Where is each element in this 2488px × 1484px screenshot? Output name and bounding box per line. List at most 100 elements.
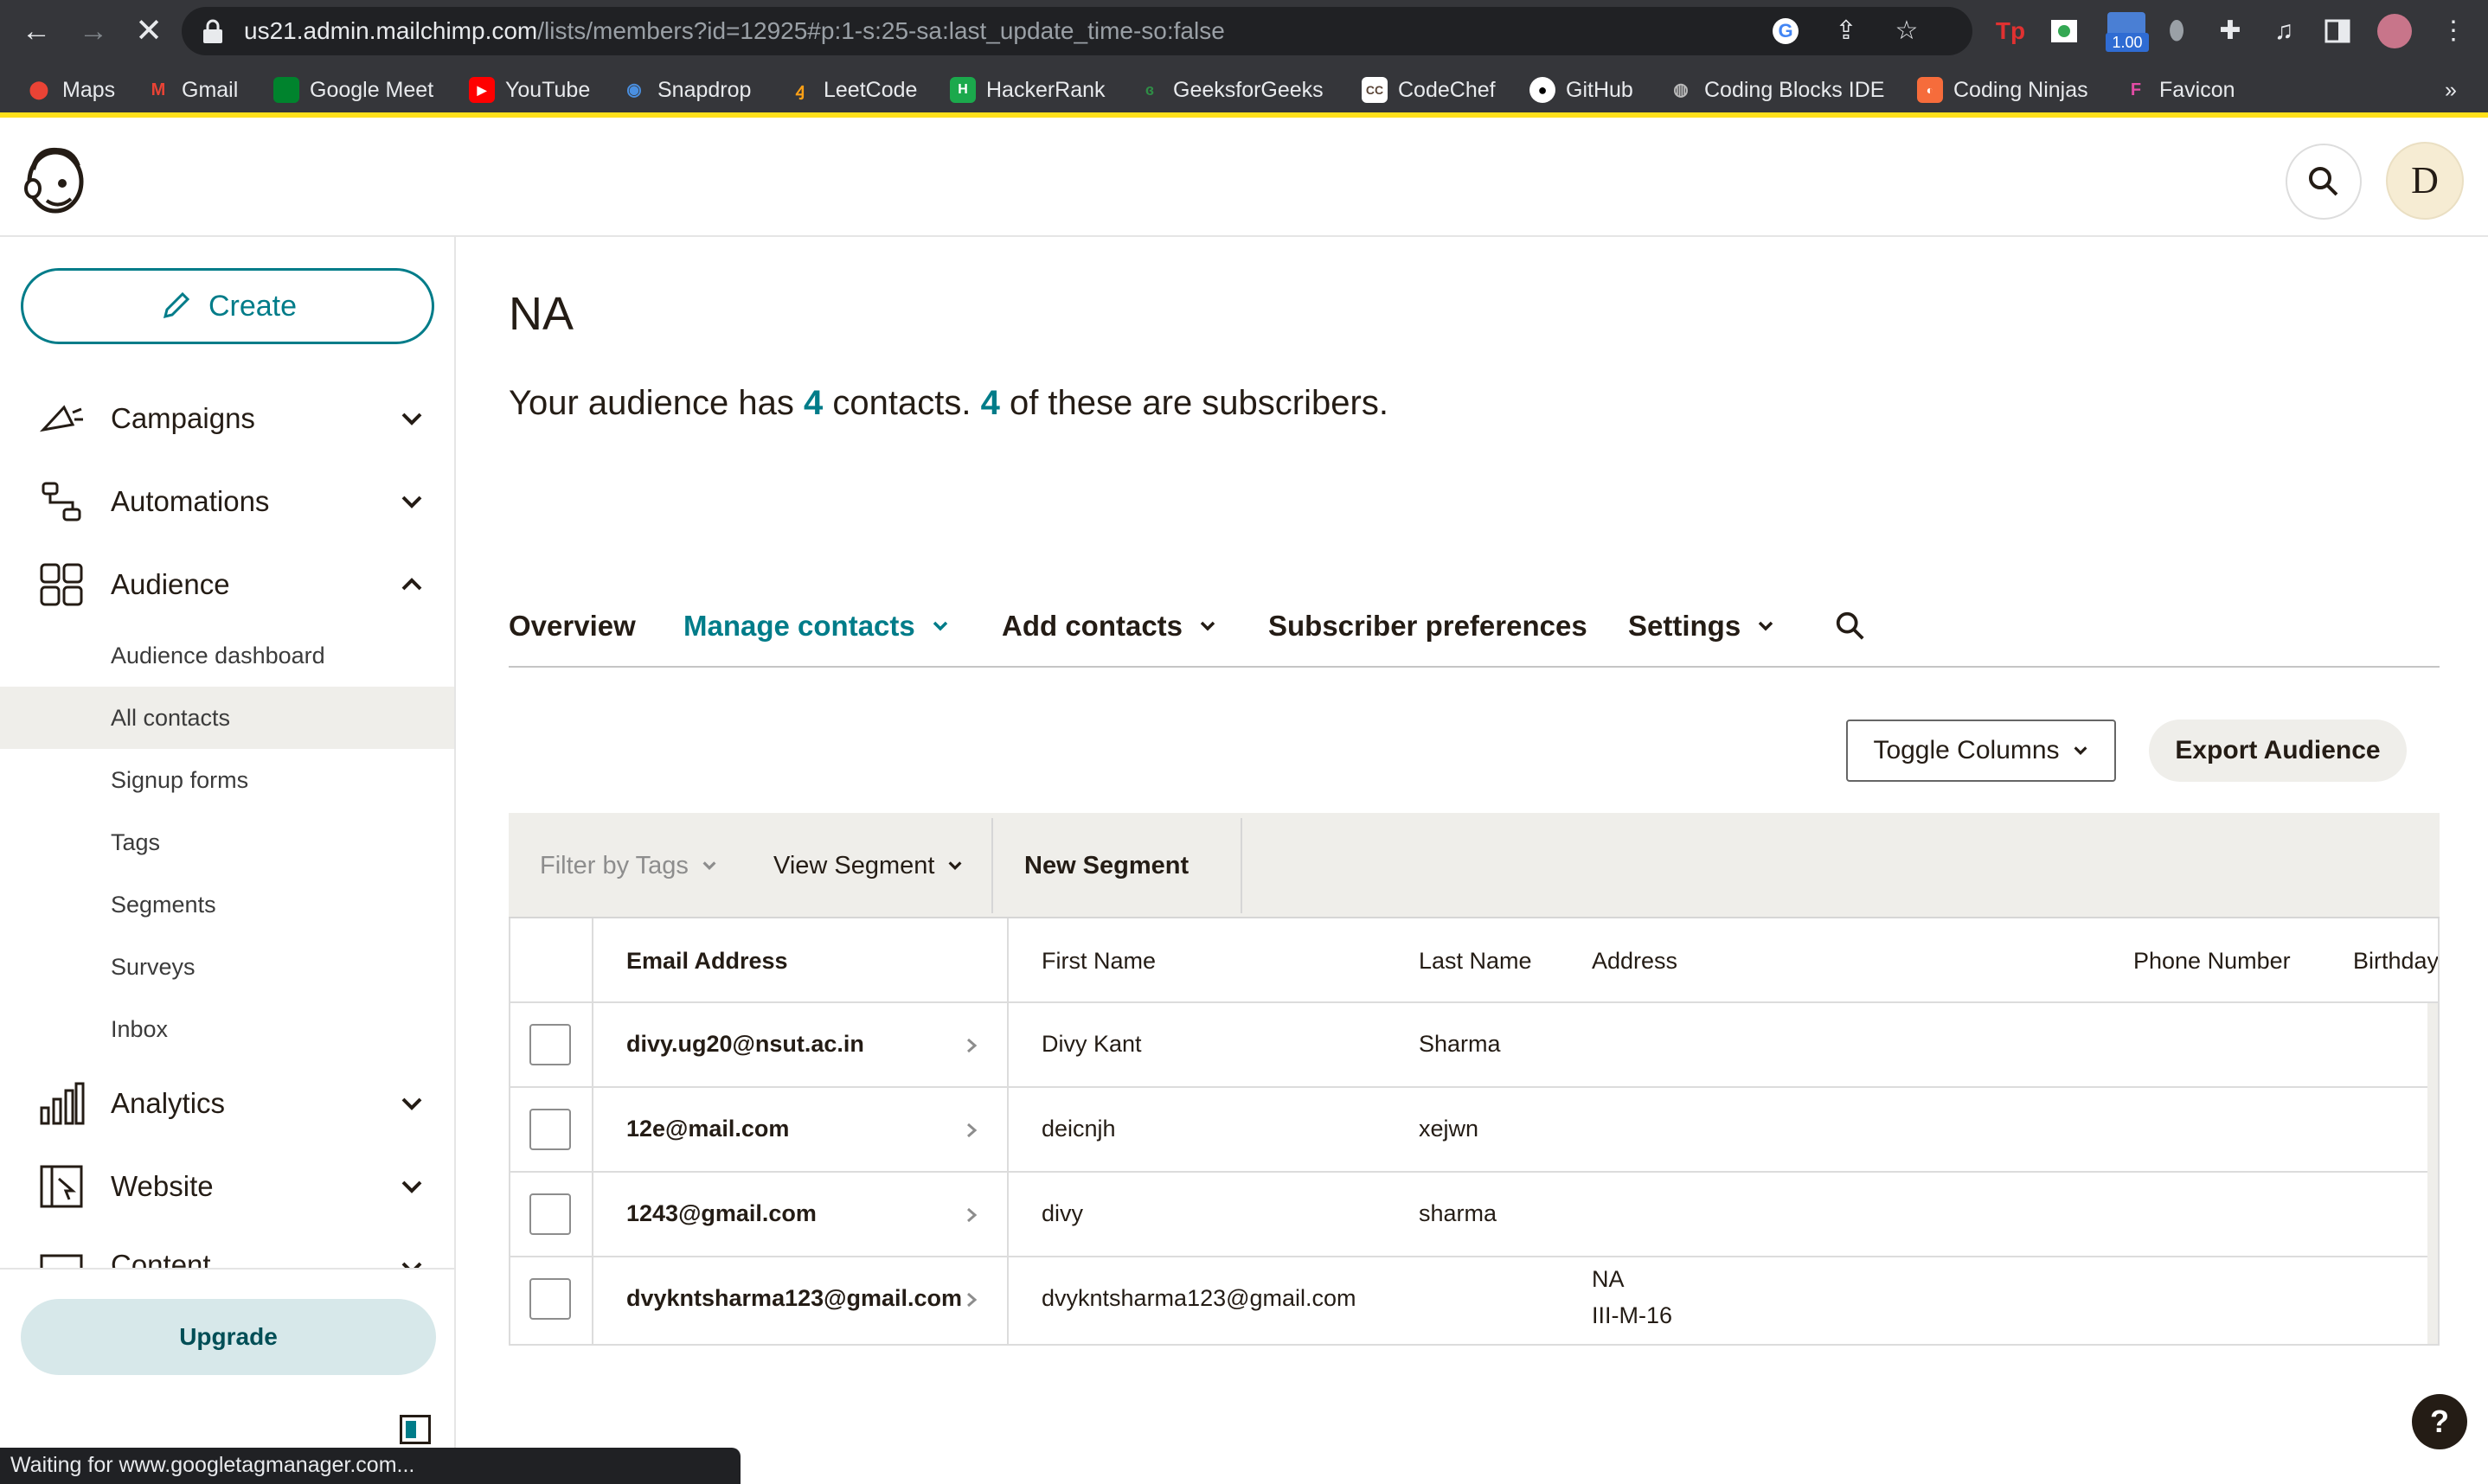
- sidebar-sub-inbox[interactable]: Inbox: [0, 998, 454, 1060]
- sidebar-item-website[interactable]: Website: [0, 1152, 454, 1221]
- upgrade-button[interactable]: Upgrade: [21, 1299, 436, 1375]
- sidebar-sub-surveys[interactable]: Surveys: [0, 936, 454, 998]
- create-button[interactable]: Create: [21, 268, 434, 344]
- bookmark-label: Gmail: [182, 77, 239, 102]
- search-button[interactable]: [2286, 144, 2362, 220]
- side-panel-icon[interactable]: [2318, 12, 2357, 50]
- contact-email[interactable]: dvykntsharma123@gmail.com: [626, 1285, 962, 1312]
- bookmark-snapdrop[interactable]: ◉ Snapdrop: [621, 74, 751, 106]
- chevron-right-icon[interactable]: [962, 1206, 981, 1225]
- bookmark-github[interactable]: ● GitHub: [1529, 74, 1633, 106]
- sidebar-sub-tags[interactable]: Tags: [0, 811, 454, 873]
- sidebar-item-campaigns[interactable]: Campaigns: [0, 384, 454, 453]
- bookmark-youtube[interactable]: ▶ YouTube: [469, 74, 590, 106]
- sidebar-sub-all-contacts[interactable]: All contacts: [0, 687, 454, 749]
- row-checkbox[interactable]: [529, 1193, 571, 1235]
- puzzle-extensions-icon[interactable]: ✚: [2211, 12, 2249, 50]
- forward-icon[interactable]: →: [74, 12, 112, 50]
- create-label: Create: [208, 289, 298, 323]
- sidebar-item-audience[interactable]: Audience: [0, 550, 454, 619]
- sidebar-sub-signup-forms[interactable]: Signup forms: [0, 749, 454, 811]
- chevron-right-icon[interactable]: [962, 1121, 981, 1140]
- view-segment-dropdown[interactable]: View Segment: [773, 813, 964, 918]
- bottle-extension-icon[interactable]: ⬮: [2158, 12, 2196, 50]
- contact-address-line1: NA: [1592, 1266, 1625, 1292]
- media-control-icon[interactable]: ♫: [2265, 12, 2303, 50]
- collapse-sidebar-icon[interactable]: [400, 1415, 431, 1444]
- toggle-columns-label: Toggle Columns: [1873, 736, 2060, 764]
- bookmark-gmail[interactable]: M Gmail: [145, 74, 239, 106]
- column-header-birthday[interactable]: Birthday: [2353, 948, 2438, 975]
- mailchimp-logo-icon[interactable]: [21, 144, 90, 216]
- chevron-down-icon: [948, 861, 962, 870]
- tp-extension-icon[interactable]: Tp: [1991, 12, 2030, 50]
- row-checkbox[interactable]: [529, 1109, 571, 1150]
- chevron-right-icon[interactable]: [962, 1036, 981, 1055]
- svg-text:G: G: [1778, 20, 1792, 42]
- bookmark-coding-blocks[interactable]: ◍ Coding Blocks IDE: [1668, 74, 1884, 106]
- toggle-columns-button[interactable]: Toggle Columns: [1846, 720, 2116, 782]
- bookmark-leetcode[interactable]: ꜭ LeetCode: [787, 74, 918, 106]
- sidebar-item-content[interactable]: Content: [0, 1235, 454, 1268]
- bookmark-geeksforgeeks[interactable]: ɞ GeeksforGeeks: [1137, 74, 1324, 106]
- extension-badge: 1.00: [2106, 33, 2149, 52]
- chevron-right-icon[interactable]: [962, 1290, 981, 1309]
- bookmark-favicon[interactable]: F Favicon: [2123, 74, 2235, 106]
- help-button[interactable]: ?: [2412, 1394, 2467, 1449]
- contact-email[interactable]: 1243@gmail.com: [626, 1200, 817, 1227]
- bookmark-codechef[interactable]: CC CodeChef: [1362, 74, 1496, 106]
- bookmark-google-meet[interactable]: Google Meet: [273, 74, 433, 106]
- leetcode-icon: ꜭ: [795, 80, 805, 99]
- contacts-count[interactable]: 4: [804, 384, 823, 422]
- column-header-address[interactable]: Address: [1592, 948, 1677, 975]
- share-icon[interactable]: ⇪: [1831, 16, 1862, 47]
- bookmark-star-icon[interactable]: ☆: [1891, 16, 1922, 47]
- tab-search[interactable]: [1834, 600, 1867, 652]
- tab-settings[interactable]: Settings: [1628, 600, 1775, 652]
- bookmark-coding-ninjas[interactable]: ◐ Coding Ninjas: [1917, 74, 2088, 106]
- sidebar-item-analytics[interactable]: Analytics: [0, 1069, 454, 1138]
- new-segment-button[interactable]: New Segment: [1024, 813, 1189, 918]
- speed-extension-icon[interactable]: 1.00: [2102, 12, 2152, 52]
- tab-label: Manage contacts: [683, 610, 915, 642]
- tab-manage-contacts[interactable]: Manage contacts: [683, 600, 950, 652]
- website-icon: [40, 1165, 83, 1208]
- stop-loading-icon[interactable]: ✕: [130, 12, 168, 50]
- export-audience-button[interactable]: Export Audience: [2149, 720, 2407, 782]
- contact-email[interactable]: 12e@mail.com: [626, 1116, 789, 1142]
- account-avatar[interactable]: D: [2386, 142, 2464, 220]
- tab-add-contacts[interactable]: Add contacts: [1002, 600, 1217, 652]
- bookmark-maps[interactable]: ⬤ Maps: [26, 74, 115, 106]
- summary-text: contacts.: [823, 384, 981, 422]
- menu-kebab-icon[interactable]: ⋮: [2434, 12, 2472, 50]
- column-header-last-name[interactable]: Last Name: [1419, 948, 1532, 975]
- sidebar-item-automations[interactable]: Automations: [0, 467, 454, 536]
- profile-avatar-icon[interactable]: [2376, 12, 2414, 50]
- contact-email[interactable]: divy.ug20@nsut.ac.in: [626, 1031, 864, 1058]
- tab-overview[interactable]: Overview: [509, 600, 636, 652]
- subscribers-count[interactable]: 4: [981, 384, 1000, 422]
- page-title: NA: [509, 288, 574, 340]
- row-checkbox[interactable]: [529, 1024, 571, 1065]
- google-icon[interactable]: G: [1770, 16, 1801, 47]
- bookmarks-overflow[interactable]: »: [2445, 74, 2457, 106]
- column-header-first-name[interactable]: First Name: [1042, 948, 1156, 975]
- tab-subscriber-preferences[interactable]: Subscriber preferences: [1268, 600, 1587, 652]
- screenshot-extension-icon[interactable]: [2045, 12, 2083, 50]
- sidebar-sub-audience-dashboard[interactable]: Audience dashboard: [0, 624, 454, 687]
- back-icon[interactable]: ←: [17, 12, 55, 50]
- sub-label: Surveys: [111, 953, 196, 980]
- bookmark-hackerrank[interactable]: H HackerRank: [950, 74, 1106, 106]
- column-header-email[interactable]: Email Address: [626, 948, 788, 975]
- tab-label: Settings: [1628, 610, 1741, 642]
- nav-label: Content: [111, 1249, 211, 1268]
- address-bar[interactable]: us21.admin.mailchimp.com/lists/members?i…: [182, 7, 1972, 55]
- chevron-down-icon: [702, 861, 716, 870]
- column-header-phone[interactable]: Phone Number: [2133, 948, 2291, 975]
- meet-icon: [273, 77, 299, 103]
- row-checkbox[interactable]: [529, 1278, 571, 1320]
- sidebar-sub-segments[interactable]: Segments: [0, 873, 454, 936]
- browser-status-bar: Waiting for www.googletagmanager.com...: [0, 1448, 741, 1484]
- filter-by-tags-dropdown[interactable]: Filter by Tags: [540, 813, 718, 918]
- table-scrollbar[interactable]: [2427, 1003, 2438, 1344]
